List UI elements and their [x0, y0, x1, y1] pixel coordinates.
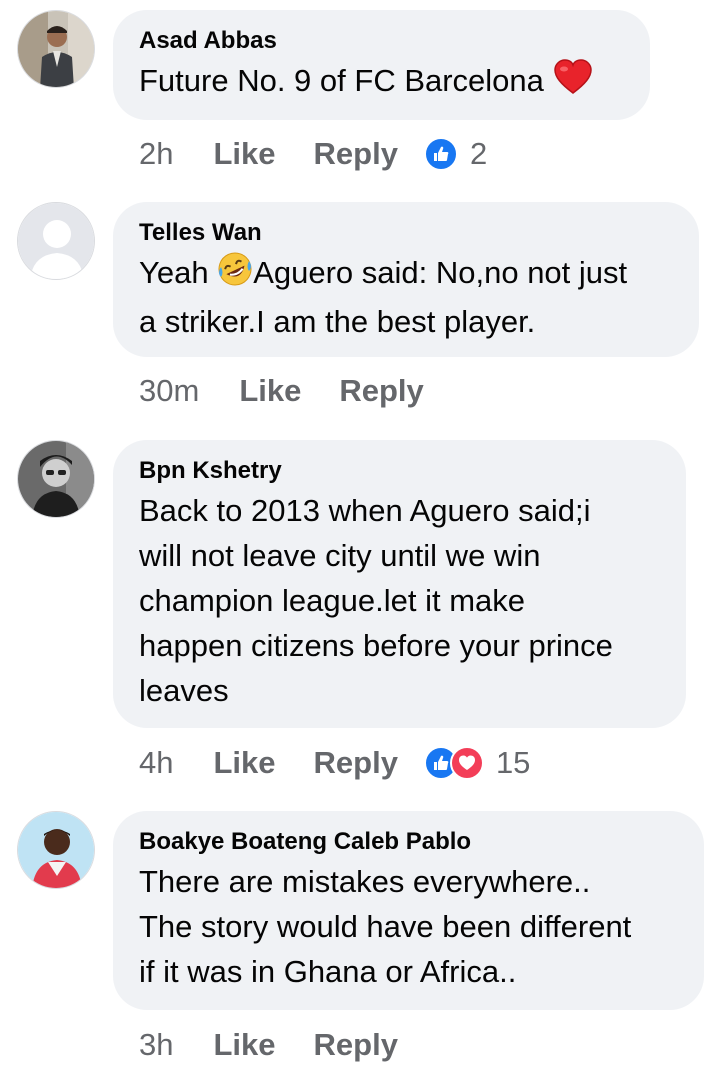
comment-author[interactable]: Bpn Kshetry — [139, 456, 660, 486]
comment-text-line: champion league.let it make — [139, 583, 526, 618]
avatar[interactable] — [17, 202, 95, 280]
avatar[interactable] — [17, 10, 95, 88]
comment-text-line: Aguero said: No,no not just — [253, 255, 628, 290]
reply-button[interactable]: Reply — [339, 373, 423, 409]
comment-bubble: Asad Abbas Future No. 9 of FC Barcelona — [113, 10, 650, 120]
comment-text-line: There are mistakes everywhere.. — [139, 864, 591, 899]
thumbs-up-icon — [423, 137, 458, 171]
comment-text-line: The story would have been different — [139, 909, 632, 944]
reply-button[interactable]: Reply — [314, 745, 398, 781]
reactions-summary[interactable]: 15 — [423, 745, 531, 781]
avatar[interactable] — [17, 811, 95, 889]
comment-bubble: Telles Wan Yeah Aguero said: No,no not j… — [113, 202, 699, 357]
comment-actions: 2h Like Reply 2 — [139, 134, 487, 174]
comment-time[interactable]: 30m — [139, 373, 199, 409]
red-heart-icon — [553, 59, 593, 107]
reactions-summary[interactable]: 2 — [423, 136, 488, 172]
comment-text-line: Future No. 9 of FC Barcelona — [139, 63, 544, 98]
comment-author[interactable]: Telles Wan — [139, 218, 673, 248]
reaction-count: 15 — [495, 745, 531, 780]
comment-text: Yeah Aguero said: No,no not just a strik… — [139, 250, 673, 344]
comment-author[interactable]: Boakye Boateng Caleb Pablo — [139, 827, 678, 857]
comment-text: Future No. 9 of FC Barcelona — [139, 58, 624, 107]
like-button[interactable]: Like — [239, 373, 301, 409]
like-button[interactable]: Like — [213, 136, 275, 172]
like-button[interactable]: Like — [213, 1027, 275, 1063]
comment-text: There are mistakes everywhere.. The stor… — [139, 859, 678, 994]
comment-text-line: will not leave city until we win — [139, 538, 541, 573]
comment-time[interactable]: 2h — [139, 136, 173, 172]
comment-author[interactable]: Asad Abbas — [139, 26, 624, 56]
comment-text-line: Yeah — [139, 255, 209, 290]
avatar[interactable] — [17, 440, 95, 518]
reply-button[interactable]: Reply — [314, 136, 398, 172]
comment-actions: 3h Like Reply — [139, 1025, 436, 1065]
like-button[interactable]: Like — [213, 745, 275, 781]
comment-text-line: leaves — [139, 673, 229, 708]
comment-time[interactable]: 3h — [139, 1027, 173, 1063]
comment-text-line: happen citizens before your prince — [139, 628, 613, 663]
heart-reaction-icon — [449, 746, 484, 780]
comment-actions: 4h Like Reply 15 — [139, 743, 530, 783]
comment-text-line: if it was in Ghana or Africa.. — [139, 954, 517, 989]
comment-actions: 30m Like Reply — [139, 371, 462, 411]
reply-button[interactable]: Reply — [314, 1027, 398, 1063]
comment-text: Back to 2013 when Aguero said;i will not… — [139, 488, 660, 713]
comment-time[interactable]: 4h — [139, 745, 173, 781]
reaction-count: 2 — [469, 136, 488, 171]
comment-text-line: Back to 2013 when Aguero said;i — [139, 493, 591, 528]
comment-text-line: a striker.I am the best player. — [139, 304, 536, 339]
comment-bubble: Boakye Boateng Caleb Pablo There are mis… — [113, 811, 704, 1010]
comment-bubble: Bpn Kshetry Back to 2013 when Aguero sai… — [113, 440, 686, 728]
rolling-laughing-icon — [217, 251, 253, 299]
